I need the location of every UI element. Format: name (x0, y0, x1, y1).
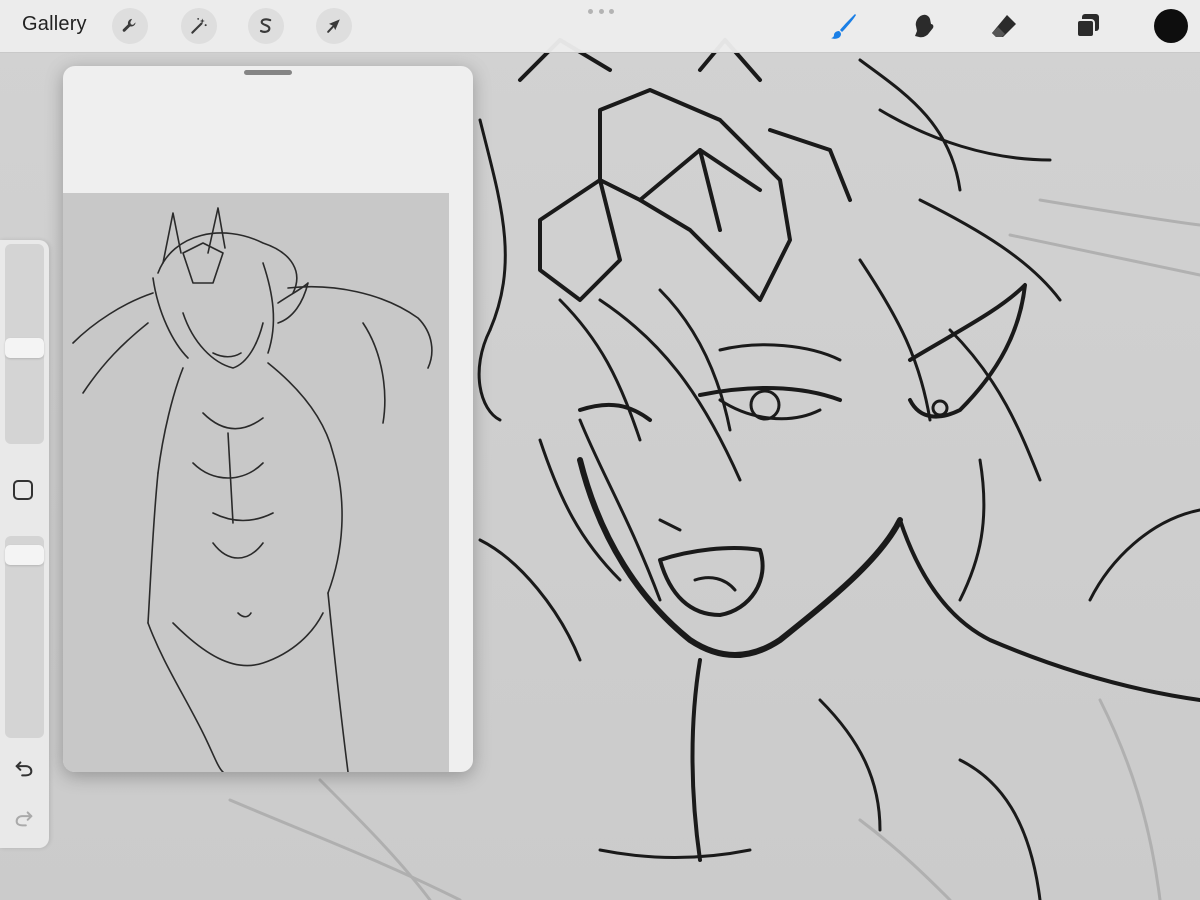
panel-grabber-icon[interactable] (244, 70, 292, 75)
left-sidebar (0, 240, 49, 848)
layers-icon (1076, 14, 1099, 38)
brush-tool-button[interactable] (826, 8, 862, 44)
eraser-icon (992, 15, 1016, 37)
reference-image (63, 193, 449, 772)
reference-panel[interactable] (63, 66, 473, 772)
procreate-app: Gallery (0, 0, 1200, 900)
brush-icon (831, 14, 856, 39)
brush-size-slider[interactable] (5, 244, 44, 444)
smudge-tool-button[interactable] (906, 8, 942, 44)
redo-icon (15, 811, 33, 827)
undo-button[interactable] (12, 756, 36, 780)
actions-button[interactable] (112, 8, 148, 44)
wrench-icon (122, 18, 136, 32)
multitask-dots-icon[interactable] (588, 9, 614, 15)
magic-wand-icon (191, 18, 207, 34)
selection-s-icon (259, 18, 272, 33)
undo-icon (15, 761, 33, 777)
top-toolbar: Gallery (0, 0, 1200, 53)
gallery-button[interactable]: Gallery (22, 13, 87, 36)
modify-square-icon[interactable] (13, 480, 33, 500)
layers-button[interactable] (1070, 8, 1106, 44)
adjustments-button[interactable] (181, 8, 217, 44)
color-swatch-button[interactable] (1154, 9, 1188, 43)
selection-button[interactable] (248, 8, 284, 44)
arrow-cursor-icon (327, 19, 340, 33)
brush-size-slider-thumb[interactable] (5, 338, 44, 358)
redo-button[interactable] (12, 806, 36, 830)
eraser-tool-button[interactable] (986, 8, 1022, 44)
transform-button[interactable] (316, 8, 352, 44)
reference-sketch (72, 207, 433, 772)
smudge-icon (915, 14, 934, 38)
opacity-slider-thumb[interactable] (5, 545, 44, 565)
opacity-slider[interactable] (5, 536, 44, 738)
